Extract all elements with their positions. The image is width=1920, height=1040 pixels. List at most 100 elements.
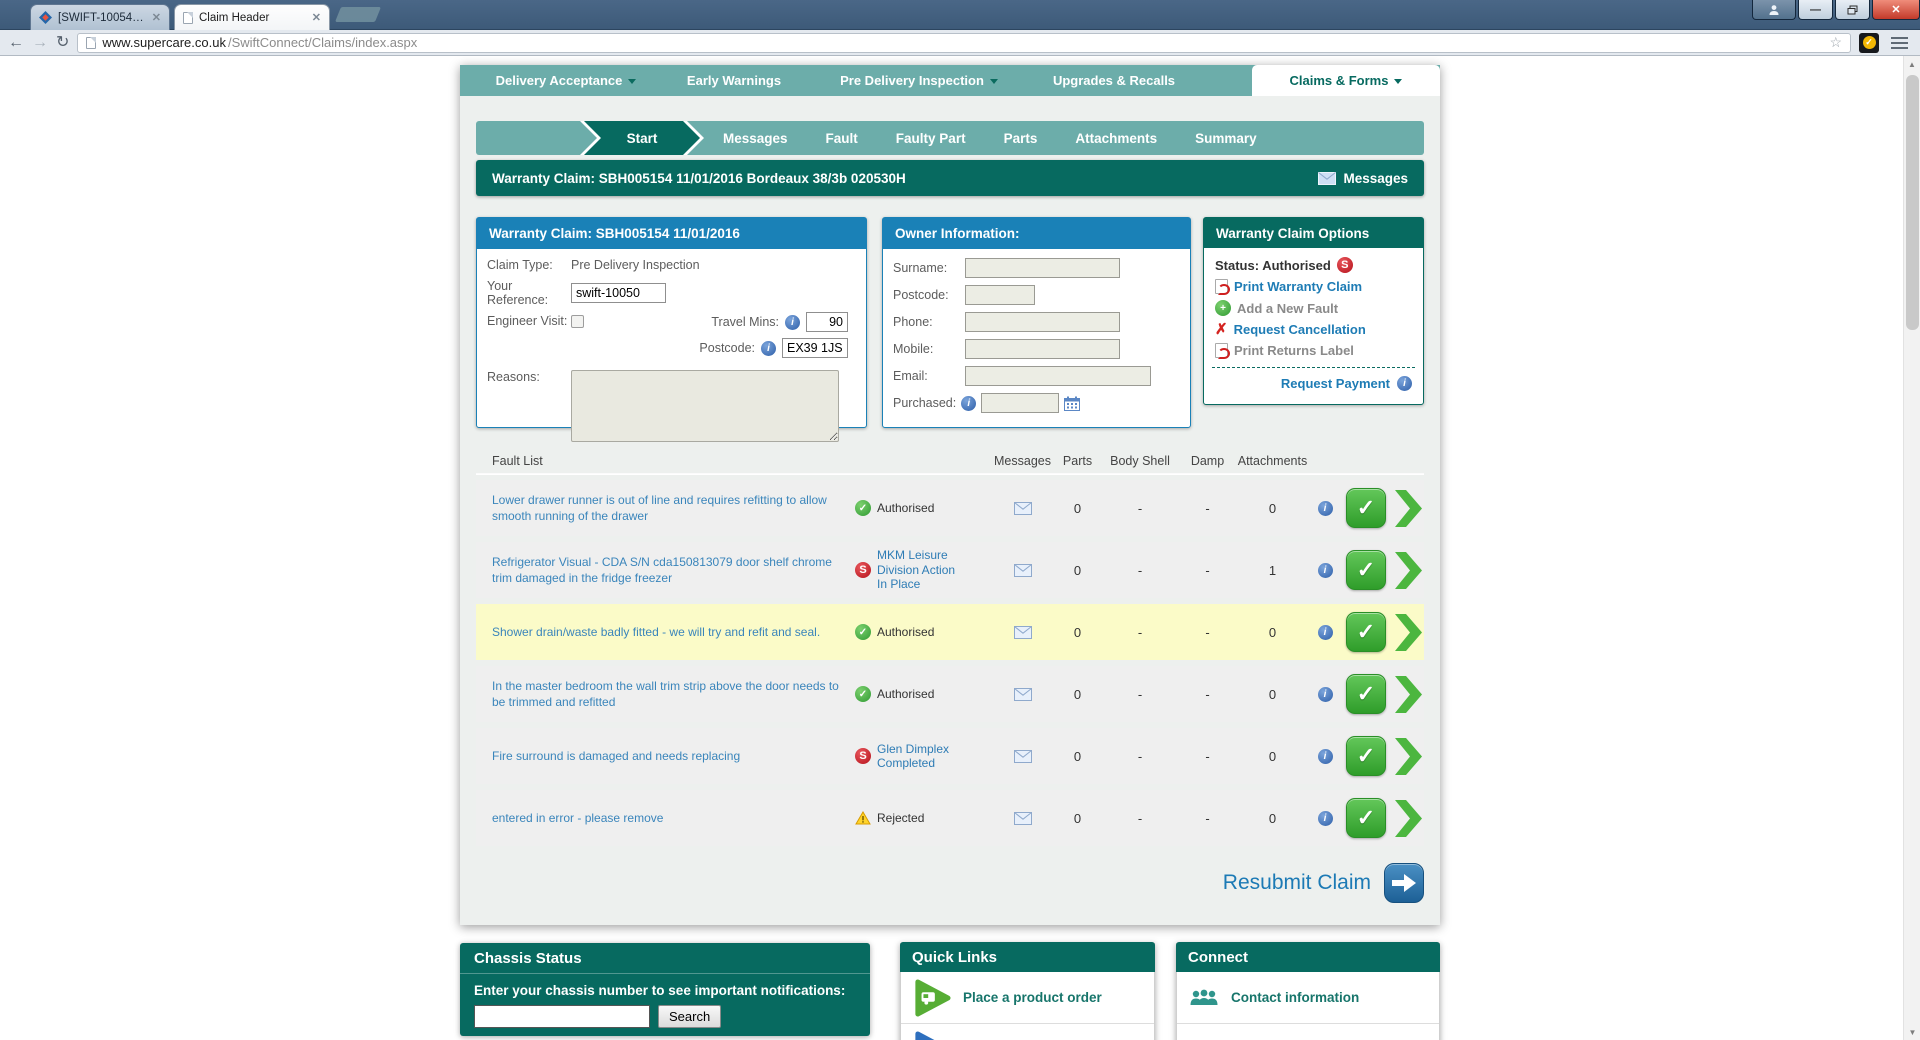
- fault-description-link[interactable]: Fire surround is damaged and needs repla…: [476, 748, 855, 764]
- contact-information-link[interactable]: Contact information: [1177, 972, 1439, 1024]
- step-messages[interactable]: Messages: [704, 131, 807, 146]
- print-returns-label-link[interactable]: Print Returns Label: [1234, 343, 1354, 358]
- open-fault-arrow[interactable]: [1392, 799, 1424, 837]
- info-icon[interactable]: i: [1317, 562, 1333, 578]
- fault-description-link[interactable]: Refrigerator Visual - CDA S/N cda1508130…: [476, 554, 855, 586]
- info-icon[interactable]: i: [1317, 624, 1333, 640]
- calendar-icon[interactable]: [1064, 396, 1081, 411]
- messages-icon-cell[interactable]: [990, 501, 1055, 515]
- approve-button[interactable]: ✓: [1346, 550, 1386, 590]
- scroll-up-icon[interactable]: ▲: [1904, 56, 1920, 72]
- attachments-count: 0: [1268, 686, 1277, 702]
- approve-button[interactable]: ✓: [1346, 612, 1386, 652]
- engineer-visit-checkbox[interactable]: [571, 314, 584, 328]
- scrollbar-thumb[interactable]: [1906, 75, 1919, 330]
- profile-button[interactable]: [1752, 0, 1796, 20]
- bookmark-star-icon[interactable]: ☆: [1829, 34, 1842, 51]
- scroll-down-icon[interactable]: ▼: [1904, 1024, 1920, 1040]
- info-icon[interactable]: i: [961, 395, 977, 411]
- fault-description-link[interactable]: entered in error - please remove: [476, 810, 855, 826]
- purchased-input[interactable]: [981, 393, 1060, 413]
- restore-button[interactable]: [1835, 0, 1870, 20]
- place-parts-order-link[interactable]: Place a parts order: [901, 1024, 1154, 1040]
- tab-close-icon[interactable]: ✕: [312, 11, 321, 24]
- step-summary[interactable]: Summary: [1176, 131, 1276, 146]
- fault-description-link[interactable]: In the master bedroom the wall trim stri…: [476, 678, 855, 710]
- close-button[interactable]: ✕: [1872, 0, 1920, 20]
- resubmit-claim-link[interactable]: Resubmit Claim: [1223, 871, 1371, 895]
- phone-input[interactable]: [965, 312, 1120, 332]
- approve-button[interactable]: ✓: [1346, 488, 1386, 528]
- email-input[interactable]: [965, 366, 1151, 386]
- minimize-button[interactable]: —: [1798, 0, 1833, 20]
- vertical-scrollbar[interactable]: ▲ ▼: [1903, 56, 1920, 1040]
- tab-close-icon[interactable]: ✕: [152, 11, 161, 24]
- approve-button[interactable]: ✓: [1346, 798, 1386, 838]
- request-cancellation-link[interactable]: Request Cancellation: [1234, 322, 1366, 337]
- add-new-fault-link[interactable]: Add a New Fault: [1237, 301, 1338, 316]
- address-bar[interactable]: www.supercare.co.uk/SwiftConnect/Claims/…: [77, 32, 1851, 53]
- open-fault-arrow[interactable]: [1392, 551, 1424, 589]
- new-tab-button[interactable]: [334, 7, 382, 22]
- info-icon[interactable]: i: [1317, 810, 1333, 826]
- fault-description-link[interactable]: Lower drawer runner is out of line and r…: [476, 492, 855, 524]
- messages-icon-cell[interactable]: [990, 811, 1055, 825]
- body-shell-value: -: [1137, 686, 1143, 702]
- postcode-input[interactable]: [782, 338, 848, 358]
- messages-icon-cell[interactable]: [990, 625, 1055, 639]
- info-icon[interactable]: i: [1317, 748, 1333, 764]
- nav-early-warnings[interactable]: Early Warnings: [650, 65, 818, 96]
- info-icon[interactable]: i: [1317, 500, 1333, 516]
- chassis-number-input[interactable]: [474, 1005, 650, 1028]
- jira-favicon: [39, 11, 52, 24]
- col-attachments: Attachments: [1237, 453, 1308, 468]
- pdf-icon: [1215, 343, 1230, 359]
- url-toolbar: ← → ↻ www.supercare.co.uk/SwiftConnect/C…: [0, 30, 1920, 56]
- chassis-search-button[interactable]: Search: [658, 1005, 722, 1028]
- reasons-textarea[interactable]: [571, 370, 839, 442]
- open-fault-arrow[interactable]: [1392, 489, 1424, 527]
- surname-label: Surname:: [893, 261, 948, 275]
- info-icon[interactable]: i: [1397, 376, 1412, 391]
- browser-menu-icon[interactable]: [1887, 36, 1912, 49]
- request-payment-link[interactable]: Request Payment: [1281, 376, 1390, 391]
- nav-upgrades-recalls[interactable]: Upgrades & Recalls: [1020, 65, 1208, 96]
- info-icon[interactable]: i: [785, 314, 800, 330]
- nav-delivery-acceptance[interactable]: Delivery Acceptance: [482, 65, 650, 96]
- back-icon[interactable]: ←: [8, 34, 24, 51]
- print-warranty-claim-link[interactable]: Print Warranty Claim: [1234, 279, 1362, 294]
- browser-tab-active[interactable]: Claim Header ✕: [174, 4, 330, 30]
- travel-mins-input[interactable]: [806, 312, 848, 332]
- info-icon[interactable]: i: [761, 340, 776, 356]
- place-product-order-link[interactable]: Place a product order: [901, 972, 1154, 1024]
- open-fault-arrow[interactable]: [1392, 737, 1424, 775]
- financial-documents-link[interactable]: Financial documents: [1177, 1024, 1439, 1040]
- nav-pre-delivery-inspection[interactable]: Pre Delivery Inspection: [818, 65, 1020, 96]
- info-icon[interactable]: i: [1317, 686, 1333, 702]
- fault-description-link[interactable]: Shower drain/waste badly fitted - we wil…: [476, 624, 855, 640]
- messages-icon-cell[interactable]: [990, 749, 1055, 763]
- open-fault-arrow[interactable]: [1392, 613, 1424, 651]
- fault-row: Fire surround is damaged and needs repla…: [476, 728, 1424, 784]
- messages-link[interactable]: Messages: [1318, 171, 1408, 186]
- approve-button[interactable]: ✓: [1346, 736, 1386, 776]
- step-parts[interactable]: Parts: [985, 131, 1057, 146]
- norton-extension-icon[interactable]: ✓: [1859, 32, 1879, 53]
- resubmit-button[interactable]: [1384, 863, 1424, 903]
- step-start[interactable]: Start: [580, 121, 704, 155]
- nav-claims-forms[interactable]: Claims & Forms: [1252, 65, 1440, 96]
- approve-button[interactable]: ✓: [1346, 674, 1386, 714]
- refresh-icon[interactable]: ↻: [56, 34, 69, 51]
- reference-input[interactable]: [571, 283, 666, 303]
- open-fault-arrow[interactable]: [1392, 675, 1424, 713]
- messages-icon-cell[interactable]: [990, 563, 1055, 577]
- surname-input[interactable]: [965, 258, 1120, 278]
- step-faulty-part[interactable]: Faulty Part: [877, 131, 985, 146]
- forward-icon[interactable]: →: [32, 34, 48, 51]
- step-fault[interactable]: Fault: [807, 131, 877, 146]
- mobile-input[interactable]: [965, 339, 1120, 359]
- messages-icon-cell[interactable]: [990, 687, 1055, 701]
- step-attachments[interactable]: Attachments: [1056, 131, 1176, 146]
- owner-postcode-input[interactable]: [965, 285, 1035, 305]
- browser-tab-inactive[interactable]: [SWIFT-10054] PDI report… ✕: [30, 4, 170, 30]
